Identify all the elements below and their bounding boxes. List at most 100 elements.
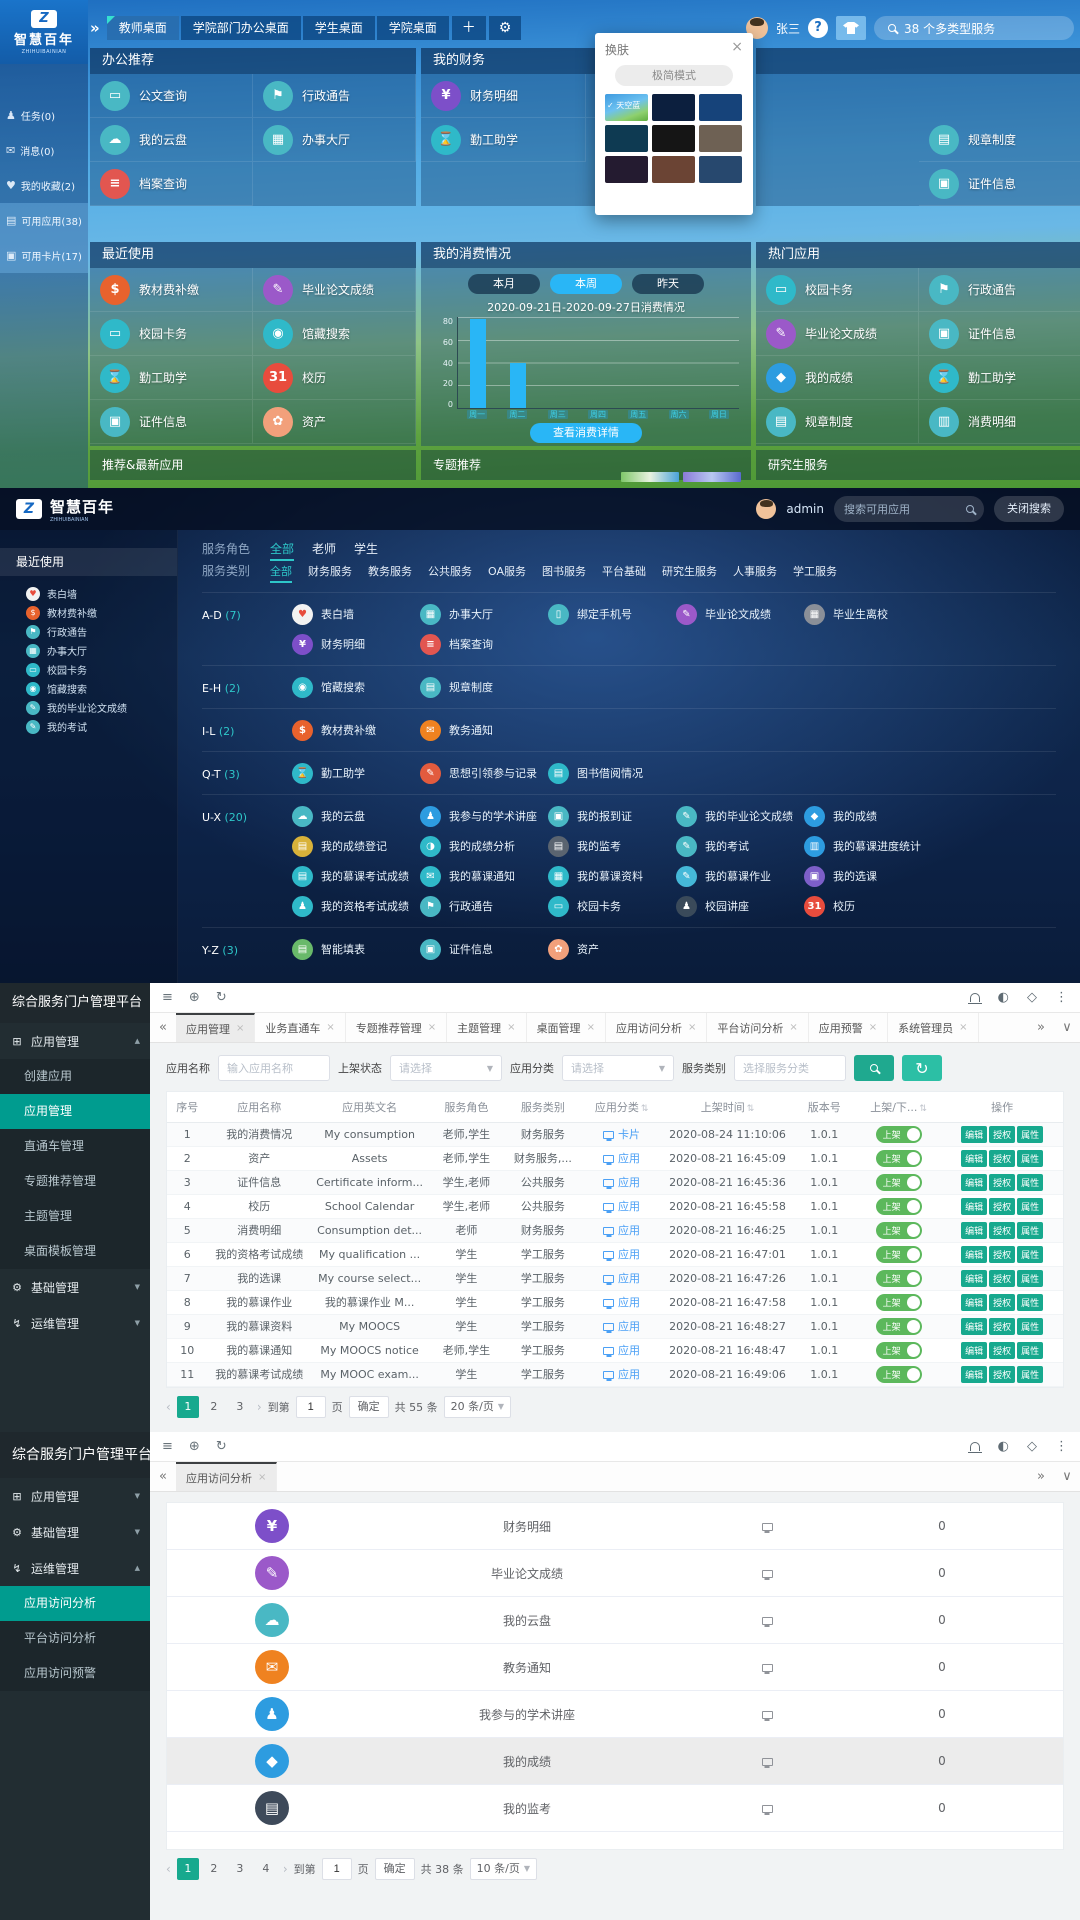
- page-number[interactable]: 4: [255, 1858, 277, 1880]
- app-tile[interactable]: ▦ 办事大厅: [253, 118, 416, 162]
- desktop-settings-button[interactable]: ⚙: [489, 16, 522, 40]
- action-button[interactable]: 授权: [989, 1318, 1015, 1335]
- cell-class-link[interactable]: 应用: [581, 1194, 662, 1218]
- theme-thumbnail[interactable]: 天空蓝: [605, 94, 648, 121]
- next-page-icon[interactable]: ›: [257, 1400, 262, 1414]
- action-button[interactable]: 授权: [989, 1270, 1015, 1287]
- app-tile[interactable]: ▣ 证件信息: [919, 162, 1080, 206]
- close-search-button[interactable]: 关闭搜索: [994, 496, 1064, 522]
- tab-close-icon[interactable]: ×: [959, 1022, 967, 1033]
- category-option[interactable]: 教务服务: [368, 563, 412, 583]
- submenu-item[interactable]: 专题推荐管理: [0, 1164, 150, 1199]
- access-row[interactable]: ✉ 教务通知 0 0: [167, 1644, 1063, 1691]
- app-item[interactable]: ▤ 规章制度: [420, 672, 548, 702]
- service-search[interactable]: 38 个多类型服务: [874, 16, 1074, 40]
- action-button[interactable]: 授权: [989, 1294, 1015, 1311]
- cell-class-link[interactable]: 应用: [581, 1170, 662, 1194]
- confirm-button[interactable]: 确定: [349, 1396, 389, 1418]
- action-button[interactable]: 属性: [1017, 1174, 1043, 1191]
- action-button[interactable]: 编辑: [961, 1246, 987, 1263]
- app-item[interactable]: ▭ 校园卡务: [548, 891, 676, 921]
- desktop-tab[interactable]: 学院部门办公桌面: [181, 16, 301, 40]
- admin-tab[interactable]: 系统管理员 ×: [888, 1013, 978, 1042]
- app-tile[interactable]: ▭ 公文查询: [90, 74, 253, 118]
- sort-icon[interactable]: ⇅: [641, 1104, 649, 1114]
- publish-toggle[interactable]: 上架: [876, 1270, 922, 1287]
- app-item[interactable]: ✎ 毕业论文成绩: [676, 599, 804, 629]
- column-header[interactable]: 应用分类⇅: [581, 1092, 662, 1122]
- next-page-icon[interactable]: ›: [283, 1862, 288, 1876]
- app-tile[interactable]: ▭ 校园卡务: [756, 268, 919, 312]
- app-item[interactable]: ♟ 我参与的学术讲座: [420, 801, 548, 831]
- column-header[interactable]: 版本号⇅: [793, 1092, 856, 1122]
- action-button[interactable]: 授权: [989, 1366, 1015, 1383]
- action-button[interactable]: 授权: [989, 1150, 1015, 1167]
- submenu-item[interactable]: 桌面模板管理: [0, 1234, 150, 1269]
- app-tile[interactable]: ◆ 我的成绩: [756, 356, 919, 400]
- role-option[interactable]: 老师: [312, 540, 336, 561]
- tab-close-icon[interactable]: ×: [236, 1023, 244, 1034]
- tab-close-icon[interactable]: ×: [869, 1022, 877, 1033]
- action-button[interactable]: 编辑: [961, 1342, 987, 1359]
- submenu-item[interactable]: 创建应用: [0, 1059, 150, 1094]
- jump-page-input[interactable]: [296, 1396, 326, 1418]
- app-item[interactable]: ✎ 我的毕业论文成绩: [676, 801, 804, 831]
- app-item[interactable]: ◉ 馆藏搜索: [292, 672, 420, 702]
- cell-class-link[interactable]: 应用: [581, 1242, 662, 1266]
- category-option[interactable]: OA服务: [488, 563, 526, 583]
- category-option[interactable]: 平台基础: [602, 563, 646, 583]
- cell-class-link[interactable]: 应用: [581, 1146, 662, 1170]
- tab-close-icon[interactable]: ×: [789, 1022, 797, 1033]
- column-header[interactable]: 应用英文名⇅: [311, 1092, 428, 1122]
- theme-thumbnail[interactable]: [652, 125, 695, 152]
- sort-icon[interactable]: ⇅: [747, 1104, 755, 1114]
- consume-tab[interactable]: 昨天: [632, 274, 704, 294]
- publish-toggle[interactable]: 上架: [876, 1222, 922, 1239]
- search-button[interactable]: [854, 1055, 894, 1081]
- page-number[interactable]: 1: [177, 1396, 199, 1418]
- prev-page-icon[interactable]: ‹: [166, 1862, 171, 1876]
- app-item[interactable]: ¥ 财务明细: [292, 629, 420, 659]
- category-option[interactable]: 学工服务: [793, 563, 837, 583]
- desktop-tab[interactable]: 教师桌面: [107, 16, 179, 40]
- avatar[interactable]: [756, 499, 776, 519]
- tag-icon[interactable]: ◇: [1027, 1439, 1037, 1454]
- publish-toggle[interactable]: 上架: [876, 1150, 922, 1167]
- app-item[interactable]: ▦ 毕业生离校: [804, 599, 932, 629]
- app-item[interactable]: ✎ 思想引领参与记录: [420, 758, 548, 788]
- role-option[interactable]: 全部: [270, 540, 294, 561]
- more-icon[interactable]: ⋮: [1055, 990, 1068, 1005]
- action-button[interactable]: 属性: [1017, 1246, 1043, 1263]
- refresh-icon[interactable]: ↻: [216, 1439, 227, 1454]
- submenu-item[interactable]: 应用访问分析: [0, 1586, 150, 1621]
- app-tile[interactable]: ⚑ 行政通告: [253, 74, 416, 118]
- app-item[interactable]: ♥ 表白墙: [292, 599, 420, 629]
- app-item[interactable]: ◆ 我的成绩: [804, 801, 932, 831]
- tab-close-icon[interactable]: ×: [688, 1022, 696, 1033]
- page-size-select[interactable]: 20 条/页▼: [444, 1396, 511, 1418]
- action-button[interactable]: 属性: [1017, 1342, 1043, 1359]
- category-option[interactable]: 图书服务: [542, 563, 586, 583]
- class-select[interactable]: 请选择▼: [562, 1055, 674, 1081]
- page-number[interactable]: 2: [203, 1396, 225, 1418]
- action-button[interactable]: 属性: [1017, 1270, 1043, 1287]
- tab-close-icon[interactable]: ×: [326, 1022, 334, 1033]
- app-item[interactable]: ✿ 资产: [548, 934, 676, 964]
- tabs-scroll-right[interactable]: »: [1028, 1020, 1054, 1035]
- publish-toggle[interactable]: 上架: [876, 1246, 922, 1263]
- app-item[interactable]: ♟ 我的资格考试成绩: [292, 891, 420, 921]
- column-header[interactable]: 上架/下...⇅: [856, 1092, 942, 1122]
- action-button[interactable]: 编辑: [961, 1294, 987, 1311]
- collapse-menu-icon[interactable]: ≡: [162, 990, 173, 1005]
- admin-tab[interactable]: 应用访问分析 ×: [606, 1013, 707, 1042]
- action-button[interactable]: 编辑: [961, 1366, 987, 1383]
- action-button[interactable]: 属性: [1017, 1318, 1043, 1335]
- app-tile[interactable]: ▣ 证件信息: [90, 400, 253, 444]
- category-option[interactable]: 全部: [270, 563, 292, 583]
- consume-tab[interactable]: 本月: [468, 274, 540, 294]
- prev-page-icon[interactable]: ‹: [166, 1400, 171, 1414]
- app-item[interactable]: ◑ 我的成绩分析: [420, 831, 548, 861]
- chevron-right-icon[interactable]: »: [90, 19, 100, 37]
- status-select[interactable]: 请选择▼: [390, 1055, 502, 1081]
- page-number[interactable]: 2: [203, 1858, 225, 1880]
